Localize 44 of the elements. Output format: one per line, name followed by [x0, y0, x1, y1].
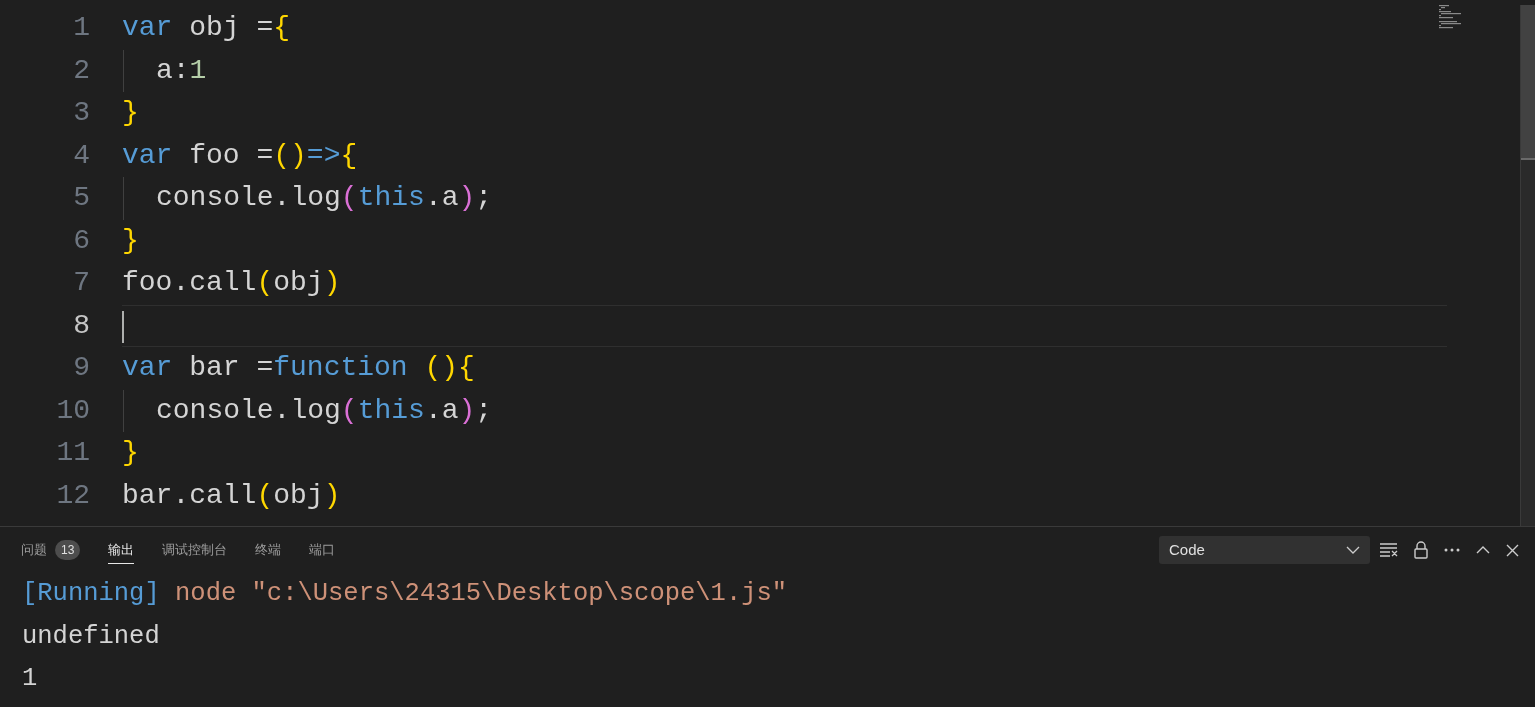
text-cursor	[122, 310, 124, 343]
panel-tab[interactable]: 终端	[255, 536, 282, 564]
panel-tab[interactable]: 调试控制台	[162, 536, 228, 564]
clear-output-icon[interactable]	[1380, 543, 1398, 557]
more-icon[interactable]	[1444, 548, 1460, 552]
indent-guide	[123, 49, 124, 92]
line-number: 11	[55, 436, 90, 471]
line-number: 10	[55, 393, 90, 428]
close-icon[interactable]	[1506, 543, 1519, 557]
line-number: 5	[72, 181, 90, 216]
lock-icon[interactable]	[1414, 541, 1428, 559]
scrollbar[interactable]	[1520, 5, 1535, 526]
line-number: 6	[72, 223, 90, 258]
code-line: }	[122, 96, 139, 131]
line-number: 7	[72, 266, 90, 301]
indent-guide	[123, 389, 124, 432]
code-line: foo.call(obj)	[122, 266, 341, 301]
line-number: 12	[55, 478, 90, 513]
chevron-down-icon	[1346, 546, 1360, 554]
code-line: }	[122, 436, 139, 471]
chevron-up-icon[interactable]	[1476, 546, 1490, 554]
line-number: 8	[72, 308, 90, 343]
output-channel-dropdown[interactable]: Code	[1159, 536, 1370, 564]
line-number: 9	[72, 351, 90, 386]
indent-guide	[123, 177, 124, 220]
panel-tab[interactable]: 端口	[309, 536, 336, 564]
line-number: 3	[72, 96, 90, 131]
panel-tab[interactable]: 输出	[108, 536, 135, 564]
line-number: 2	[72, 53, 90, 88]
code-line: var obj ={	[122, 11, 291, 46]
code-line: console.log(this.a);	[156, 393, 493, 428]
panel-tab[interactable]: 问题 13	[21, 536, 81, 564]
output-line: [Running] node "c:\Users\24315\Desktop\scope\1.js"	[22, 578, 788, 611]
line-number: 1	[72, 11, 90, 46]
count-badge: 13	[55, 539, 81, 560]
code-line: var foo =()=>{	[122, 138, 358, 173]
line-number: 4	[72, 138, 90, 173]
output-line: 1	[22, 663, 38, 696]
code-line: bar.call(obj)	[122, 478, 341, 513]
output-line: undefined	[22, 620, 160, 653]
code-line: }	[122, 223, 139, 258]
code-line: var bar =function (){	[122, 351, 475, 386]
code-line: a:1	[156, 53, 207, 88]
code-line: console.log(this.a);	[156, 181, 493, 216]
